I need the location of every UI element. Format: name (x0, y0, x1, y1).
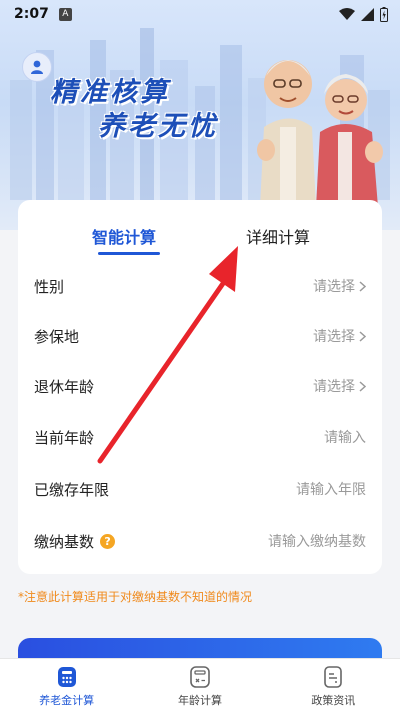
insured-location-row[interactable]: 参保地 请选择 (18, 311, 382, 361)
document-icon (324, 666, 343, 688)
status-time: 2:07 (14, 6, 49, 22)
contribution-base-input[interactable]: 请输入缴纳基数 (268, 531, 366, 551)
contribution-base-row: 缴纳基数 ? 请输入缴纳基数 (18, 516, 382, 566)
tab-smart-calc[interactable]: 智能计算 (92, 224, 156, 248)
banner: 精准核算 养老无忧 (0, 0, 400, 230)
insured-location-label: 参保地 (34, 327, 80, 346)
retirement-age-placeholder: 请选择 (313, 379, 355, 395)
contribution-base-label-wrap: 缴纳基数 ? (34, 531, 116, 552)
gender-placeholder: 请选择 (313, 279, 355, 295)
battery-icon (380, 6, 388, 22)
chevron-right-icon (359, 380, 366, 392)
retirement-age-label: 退休年龄 (34, 377, 95, 396)
wifi-icon (339, 8, 355, 20)
retirement-age-row[interactable]: 退休年龄 请选择 (18, 361, 382, 411)
retirement-age-select[interactable]: 请选择 (313, 376, 366, 396)
insured-location-select[interactable]: 请选择 (313, 326, 366, 346)
chevron-right-icon (359, 330, 366, 342)
insured-location-placeholder: 请选择 (313, 329, 355, 345)
calc-note: *注意此计算适用于对缴纳基数不知道的情况 (18, 590, 253, 604)
calculator-card: 智能计算 详细计算 性别 请选择 参保地 请选择 退休年龄 请选择 当前年龄 请… (18, 200, 382, 574)
contribution-years-row: 已缴存年限 请输入年限 (18, 464, 382, 514)
nav-pension-calc[interactable]: 养老金计算 (0, 659, 133, 710)
current-age-row: 当前年龄 请输入 (18, 412, 382, 462)
nav-policy-news[interactable]: 政策资讯 (267, 659, 400, 710)
active-tab-indicator (98, 252, 160, 255)
elderly-couple-illustration (257, 60, 383, 207)
calculator-icon (57, 667, 76, 687)
calc-tabs: 智能计算 详细计算 (18, 200, 382, 268)
signal-icon (361, 7, 374, 21)
nav-age-calc-label: 年龄计算 (177, 694, 222, 707)
contribution-base-label: 缴纳基数 (34, 532, 95, 551)
gender-label: 性别 (34, 277, 65, 296)
user-icon (31, 60, 43, 74)
tab-detail-calc[interactable]: 详细计算 (246, 224, 310, 248)
current-age-input[interactable]: 请输入 (324, 427, 366, 447)
status-bar: 2:07 A (0, 0, 400, 28)
gender-select[interactable]: 请选择 (313, 276, 366, 296)
banner-title-line2: 养老无忧 (98, 111, 218, 142)
gender-row[interactable]: 性别 请选择 (18, 261, 382, 311)
nav-policy-news-label: 政策资讯 (311, 694, 356, 707)
age-calculator-icon (190, 666, 210, 688)
chevron-right-icon (359, 280, 366, 292)
nav-pension-calc-label: 养老金计算 (39, 694, 95, 707)
current-age-label: 当前年龄 (34, 428, 95, 447)
contribution-years-input[interactable]: 请输入年限 (296, 479, 366, 499)
user-avatar[interactable] (22, 52, 52, 82)
contribution-years-label: 已缴存年限 (34, 480, 110, 499)
nav-age-calc[interactable]: 年龄计算 (133, 659, 266, 710)
notification-a-icon: A (58, 7, 72, 21)
help-icon[interactable]: ? (100, 533, 116, 549)
bottom-nav: 养老金计算 年龄计算 政策资讯 (0, 658, 400, 710)
